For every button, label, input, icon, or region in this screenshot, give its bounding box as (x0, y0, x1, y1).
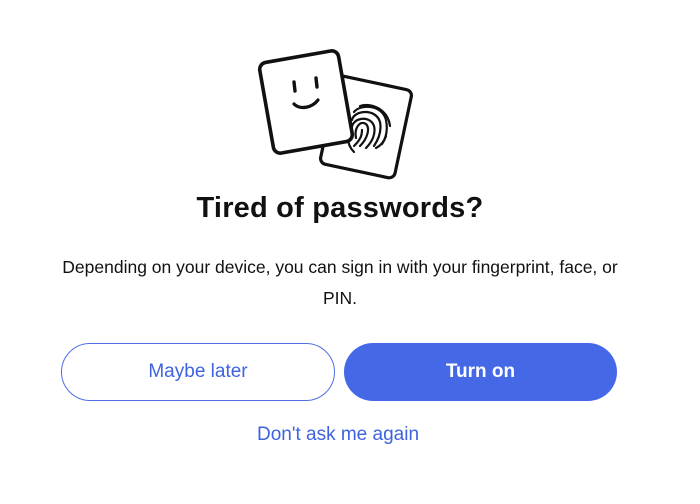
maybe-later-button[interactable]: Maybe later (61, 343, 335, 401)
passwordless-dialog: Tired of passwords? Depending on your de… (0, 0, 700, 504)
turn-on-button[interactable]: Turn on (344, 343, 617, 401)
dialog-description: Depending on your device, you can sign i… (62, 257, 618, 308)
passwordless-illustration (257, 49, 414, 180)
dont-ask-again-link[interactable]: Don't ask me again (0, 424, 676, 446)
face-card (257, 49, 355, 155)
turn-on-button-label: Turn on (445, 361, 516, 382)
maybe-later-button-label: Maybe later (148, 361, 248, 382)
dialog-title: Tired of passwords? (196, 192, 484, 224)
